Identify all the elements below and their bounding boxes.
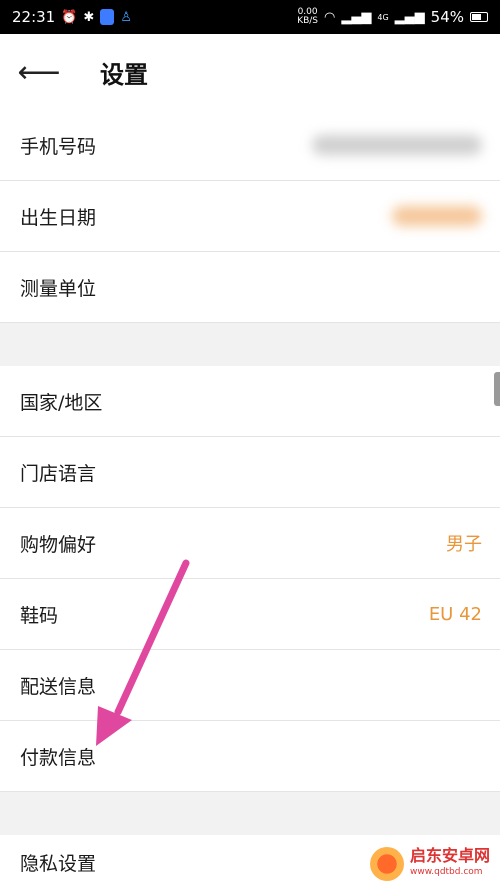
settings-row-shopping-preference[interactable]: 购物偏好 男子 [0, 508, 500, 579]
page-title: 设置 [100, 60, 148, 89]
settings-row-phone[interactable]: 手机号码 [0, 110, 500, 181]
settings-row-shoe-size[interactable]: 鞋码 EU 42 [0, 579, 500, 650]
row-label: 门店语言 [20, 462, 97, 485]
row-label: 测量单位 [20, 277, 97, 300]
alarm-icon: ⏰ [61, 9, 78, 25]
row-label: 购物偏好 [20, 533, 97, 556]
back-arrow-icon: ⟵ [17, 54, 61, 90]
status-time: 22:31 [12, 8, 56, 26]
birthday-value-blurred [392, 206, 482, 226]
settings-row-delivery-info[interactable]: 配送信息 [0, 650, 500, 721]
battery-icon [470, 12, 488, 22]
section-divider [0, 792, 500, 835]
row-label: 付款信息 [20, 746, 97, 769]
row-label: 配送信息 [20, 675, 97, 698]
row-label: 出生日期 [20, 206, 97, 229]
status-right: 0.00 KB/S ◠ ▂▄▆ 4G ▂▄▆ 54% [297, 8, 488, 26]
wifi-icon: ◠ [324, 9, 336, 25]
battery-percent: 54% [430, 8, 464, 26]
status-left: 22:31 ⏰ ✱ ♙ [12, 8, 132, 26]
settings-row-payment-info[interactable]: 付款信息 [0, 721, 500, 792]
settings-row-store-language[interactable]: 门店语言 [0, 437, 500, 508]
back-button[interactable]: ⟵ [0, 34, 78, 110]
page-header: ⟵ 设置 [0, 34, 500, 110]
scrollbar-thumb[interactable] [494, 372, 500, 406]
row-label: 手机号码 [20, 135, 97, 158]
settings-row-units[interactable]: 测量单位 [0, 252, 500, 323]
net-speed: 0.00 KB/S [297, 8, 318, 26]
shield-icon [100, 9, 115, 25]
bluetooth-icon: ✱ [83, 9, 95, 25]
row-value: 男子 [446, 534, 482, 555]
qq-icon: ♙ [120, 9, 132, 25]
watermark-logo-icon [369, 847, 404, 881]
watermark-text: 启东安卓网 www.qdtbd.com [410, 848, 490, 880]
row-label: 隐私设置 [20, 852, 97, 875]
phone-value-blurred [312, 135, 482, 155]
signal-icon: ▂▄▆ [341, 9, 372, 25]
status-bar: 22:31 ⏰ ✱ ♙ 0.00 KB/S ◠ ▂▄▆ 4G ▂▄▆ 54% [0, 0, 500, 34]
row-value: EU 42 [428, 603, 482, 625]
row-label: 国家/地区 [20, 391, 103, 414]
network-type-label: 4G [377, 12, 389, 22]
watermark-url: www.qdtbd.com [409, 867, 483, 877]
signal-icon-2: ▂▄▆ [394, 9, 425, 25]
settings-row-birthday[interactable]: 出生日期 [0, 181, 500, 252]
watermark-name: 启东安卓网 [409, 846, 490, 865]
net-speed-unit: KB/S [297, 16, 319, 26]
watermark: 启东安卓网 www.qdtbd.com [369, 847, 490, 881]
section-divider [0, 323, 500, 366]
settings-row-country[interactable]: 国家/地区 [0, 366, 500, 437]
row-label: 鞋码 [20, 604, 59, 627]
